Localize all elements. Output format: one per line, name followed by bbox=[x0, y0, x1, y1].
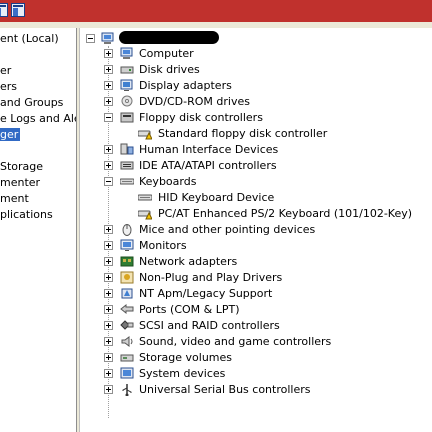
console-tree-item[interactable]: e Logs and Alert bbox=[0, 112, 76, 126]
device-category[interactable]: Human Interface Devices bbox=[139, 142, 278, 157]
scsi-icon bbox=[120, 319, 134, 332]
expand-toggle[interactable] bbox=[104, 49, 113, 58]
device-category[interactable]: Keyboards bbox=[139, 174, 196, 189]
warning-keyboard-icon bbox=[137, 207, 153, 220]
device-category[interactable]: SCSI and RAID controllers bbox=[139, 318, 280, 333]
console-tree-item-label: ment bbox=[0, 192, 29, 205]
device-category[interactable]: IDE ATA/ATAPI controllers bbox=[139, 158, 277, 173]
console-tree-item-label: ger bbox=[0, 128, 21, 141]
console-tree-item-label: plications bbox=[0, 208, 53, 221]
driver-icon bbox=[120, 271, 134, 284]
device-item[interactable]: Standard floppy disk controller bbox=[158, 126, 327, 141]
cdrom-icon bbox=[120, 95, 134, 108]
system-device-icon bbox=[120, 367, 134, 380]
console-tree-item[interactable]: ger bbox=[0, 128, 21, 142]
device-category[interactable]: Sound, video and game controllers bbox=[139, 334, 331, 349]
console-tree-item-label: ent (Local) bbox=[0, 32, 59, 45]
console-tree-item-label: e Logs and Alert bbox=[0, 112, 76, 125]
device-category[interactable]: Disk drives bbox=[139, 62, 200, 77]
expand-toggle[interactable] bbox=[104, 225, 113, 234]
ide-controller-icon bbox=[120, 159, 134, 172]
expand-toggle[interactable] bbox=[104, 289, 113, 298]
device-category[interactable]: Non-Plug and Play Drivers bbox=[139, 270, 282, 285]
display-adapter-icon bbox=[120, 79, 134, 92]
floppy-controller-icon bbox=[120, 111, 134, 124]
device-category[interactable]: DVD/CD-ROM drives bbox=[139, 94, 250, 109]
sound-icon bbox=[120, 335, 134, 348]
console-tree-item-label: and Groups bbox=[0, 96, 64, 109]
disk-drive-icon bbox=[120, 63, 134, 76]
expand-toggle[interactable] bbox=[104, 385, 113, 394]
console-tree-item[interactable]: Storage bbox=[0, 160, 43, 174]
console-tree-item[interactable]: ent (Local) bbox=[0, 32, 59, 46]
expand-toggle[interactable] bbox=[104, 337, 113, 346]
expand-toggle[interactable] bbox=[104, 145, 113, 154]
expand-toggle[interactable] bbox=[104, 305, 113, 314]
device-category[interactable]: Mice and other pointing devices bbox=[139, 222, 315, 237]
expand-toggle[interactable] bbox=[104, 321, 113, 330]
device-category[interactable]: System devices bbox=[139, 366, 225, 381]
port-icon bbox=[120, 303, 134, 316]
expand-toggle[interactable] bbox=[104, 353, 113, 362]
device-category[interactable]: Floppy disk controllers bbox=[139, 110, 263, 125]
console-tree-item-label: ers bbox=[0, 80, 18, 93]
warning-keyboard-icon bbox=[137, 127, 153, 140]
storage-volume-icon bbox=[120, 351, 134, 364]
device-category[interactable]: Computer bbox=[139, 46, 194, 61]
device-item[interactable]: HID Keyboard Device bbox=[158, 190, 274, 205]
console-icon[interactable] bbox=[11, 3, 25, 17]
usb-icon bbox=[120, 383, 134, 397]
console-tree-item[interactable]: plications bbox=[0, 208, 53, 222]
keyboard-icon bbox=[119, 175, 135, 188]
window-titlebar bbox=[0, 0, 432, 22]
expand-toggle[interactable] bbox=[104, 97, 113, 106]
collapse-toggle[interactable] bbox=[86, 34, 95, 43]
device-category[interactable]: Display adapters bbox=[139, 78, 232, 93]
collapse-toggle[interactable] bbox=[104, 177, 113, 186]
device-category[interactable]: Ports (COM & LPT) bbox=[139, 302, 240, 317]
console-tree-item-label: Storage bbox=[0, 160, 44, 173]
device-category[interactable]: Monitors bbox=[139, 238, 187, 253]
console-tree-item[interactable]: ers bbox=[0, 80, 17, 94]
expand-toggle[interactable] bbox=[104, 241, 113, 250]
expand-toggle[interactable] bbox=[104, 257, 113, 266]
device-category[interactable]: Network adapters bbox=[139, 254, 237, 269]
expand-toggle[interactable] bbox=[104, 81, 113, 90]
expand-toggle[interactable] bbox=[104, 369, 113, 378]
app-icon[interactable] bbox=[0, 3, 8, 17]
network-adapter-icon bbox=[120, 255, 134, 268]
mouse-icon bbox=[120, 223, 134, 236]
console-tree-item[interactable]: ment bbox=[0, 192, 29, 206]
console-tree-item[interactable]: menter bbox=[0, 176, 40, 190]
hid-icon bbox=[120, 143, 134, 156]
device-tree-pane: Computer Disk drives Display adapters DVD/C… bbox=[80, 28, 432, 432]
console-tree-item[interactable]: and Groups bbox=[0, 96, 63, 110]
collapse-toggle[interactable] bbox=[104, 113, 113, 122]
root-computer-icon bbox=[101, 32, 115, 45]
expand-toggle[interactable] bbox=[104, 65, 113, 74]
computer-icon bbox=[120, 47, 134, 60]
expand-toggle[interactable] bbox=[104, 273, 113, 282]
expand-toggle[interactable] bbox=[104, 161, 113, 170]
console-tree-item[interactable]: er bbox=[0, 64, 11, 78]
console-tree-pane: ent (Local) er ers and Groups e Logs and Ale… bbox=[0, 28, 77, 432]
redacted-computer-name bbox=[119, 31, 219, 44]
monitor-icon bbox=[120, 239, 134, 252]
device-category[interactable]: NT Apm/Legacy Support bbox=[139, 286, 272, 301]
console-tree-item-label: er bbox=[0, 64, 12, 77]
device-item[interactable]: PC/AT Enhanced PS/2 Keyboard (101/102-Ke… bbox=[158, 206, 412, 221]
apm-icon bbox=[120, 287, 134, 300]
console-tree-item-label: menter bbox=[0, 176, 41, 189]
device-category[interactable]: Storage volumes bbox=[139, 350, 232, 365]
device-category[interactable]: Universal Serial Bus controllers bbox=[139, 382, 310, 397]
keyboard-icon bbox=[137, 191, 153, 204]
